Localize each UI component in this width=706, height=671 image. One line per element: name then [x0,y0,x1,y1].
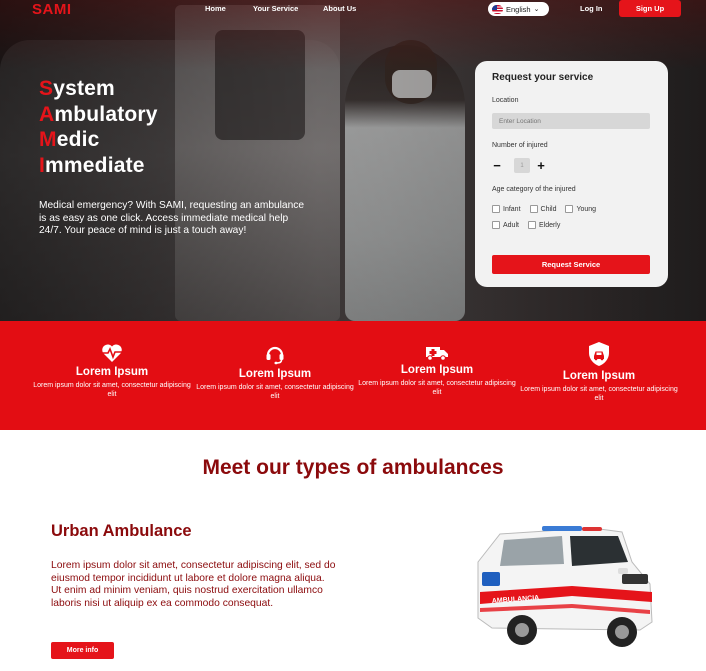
checkbox-adult[interactable]: Adult [492,221,519,229]
checkbox-label: Young [576,205,597,213]
injured-label: Number of injured [492,142,548,149]
feature-title: Lorem Ipsum [75,366,149,378]
headline-row: Immediate [39,153,158,179]
nav-link-home[interactable]: Home [205,4,226,13]
chevron-down-icon: ⌄ [533,6,540,13]
urban-ambulance-image: AMBULANCIA [477,526,653,647]
injured-stepper: − 1 + [492,158,546,173]
features-band: Lorem Ipsum Lorem ipsum dolor sit amet, … [0,321,706,430]
checkbox-label: Elderly [538,221,561,229]
feature-item: Lorem Ipsum Lorem ipsum dolor sit amet, … [356,343,518,397]
ambulance-icon [426,347,448,361]
checkbox-box[interactable] [492,205,500,213]
feature-desc: Lorem ipsum dolor sit amet, consectetur … [358,380,516,396]
language-label: English [506,4,531,14]
headline-row: Ambulatory [39,102,158,128]
feature-item: Lorem Ipsum Lorem ipsum dolor sit amet, … [518,341,680,403]
request-service-card: Request your service Location Number of … [475,61,668,287]
checkbox-label: Infant [503,205,521,213]
checkbox-box[interactable] [565,205,574,213]
headset-icon [266,346,284,365]
decrement-button[interactable]: − [492,159,502,172]
signup-button[interactable]: Sign Up [619,0,681,17]
logo[interactable]: SAMI [32,1,72,18]
feature-title: Lorem Ipsum [400,364,474,376]
headline-row: Medic [39,127,158,153]
location-label: Location [492,97,519,104]
injured-count-input[interactable]: 1 [514,158,530,173]
feature-item: Lorem Ipsum Lorem ipsum dolor sit amet, … [31,343,193,399]
headline-word: mmediate [45,153,145,177]
hero-headline: System Ambulatory Medic Immediate [39,76,158,178]
language-selector[interactable]: English ⌄ [488,2,549,16]
checkbox-infant[interactable]: Infant [492,205,521,213]
checkbox-child[interactable]: Child [529,205,557,213]
feature-item: Lorem Ipsum Lorem ipsum dolor sit amet, … [194,343,356,401]
checkbox-box[interactable] [527,221,536,229]
headline-word: mbulatory [54,102,158,126]
ambulance-type-title: Urban Ambulance [51,522,192,540]
checkbox-box[interactable] [529,205,538,213]
headline-word: ystem [53,77,115,100]
more-info-button[interactable]: More info [51,642,114,659]
nav-link-your-service[interactable]: Your Service [253,4,298,13]
checkbox-young[interactable]: Young [565,205,596,213]
checkbox-box[interactable] [492,221,500,229]
headline-initial: S [39,77,54,100]
headline-initial: M [39,128,57,151]
headline-initial: A [39,102,55,126]
age-category-label: Age category of the injured [492,186,576,193]
nav-link-about-us[interactable]: About Us [323,4,356,13]
section-title: Meet our types of ambulances [202,456,504,479]
login-link[interactable]: Log In [580,4,603,13]
checkbox-label: Adult [503,221,519,229]
shield-car-icon [589,342,609,366]
feature-desc: Lorem ipsum dolor sit amet, consectetur … [33,382,191,398]
age-checkbox-row: Infant Child Young [492,205,605,213]
hero-description: Medical emergency? With SAMI, requesting… [39,200,305,237]
location-input[interactable] [492,113,650,129]
request-service-button[interactable]: Request Service [492,255,650,274]
checkbox-label: Child [540,205,557,213]
feature-desc: Lorem ipsum dolor sit amet, consectetur … [196,384,354,400]
increment-button[interactable]: + [536,159,546,172]
hero-section: SAMI Home Your Service About Us English … [0,0,706,321]
checkbox-elderly[interactable]: Elderly [527,221,561,229]
feature-desc: Lorem ipsum dolor sit amet, consectetur … [520,386,678,402]
ambulance-type-description: Lorem ipsum dolor sit amet, consectetur … [51,560,336,610]
top-nav: SAMI Home Your Service About Us English … [0,0,706,18]
us-flag-icon [492,4,503,14]
headline-word: edic [56,128,100,151]
feature-title: Lorem Ipsum [238,368,312,380]
card-title: Request your service [492,72,594,83]
heartbeat-icon [102,344,122,362]
feature-title: Lorem Ipsum [562,370,636,382]
headline-row: System [39,76,158,102]
age-checkbox-row: Adult Elderly [492,221,569,229]
